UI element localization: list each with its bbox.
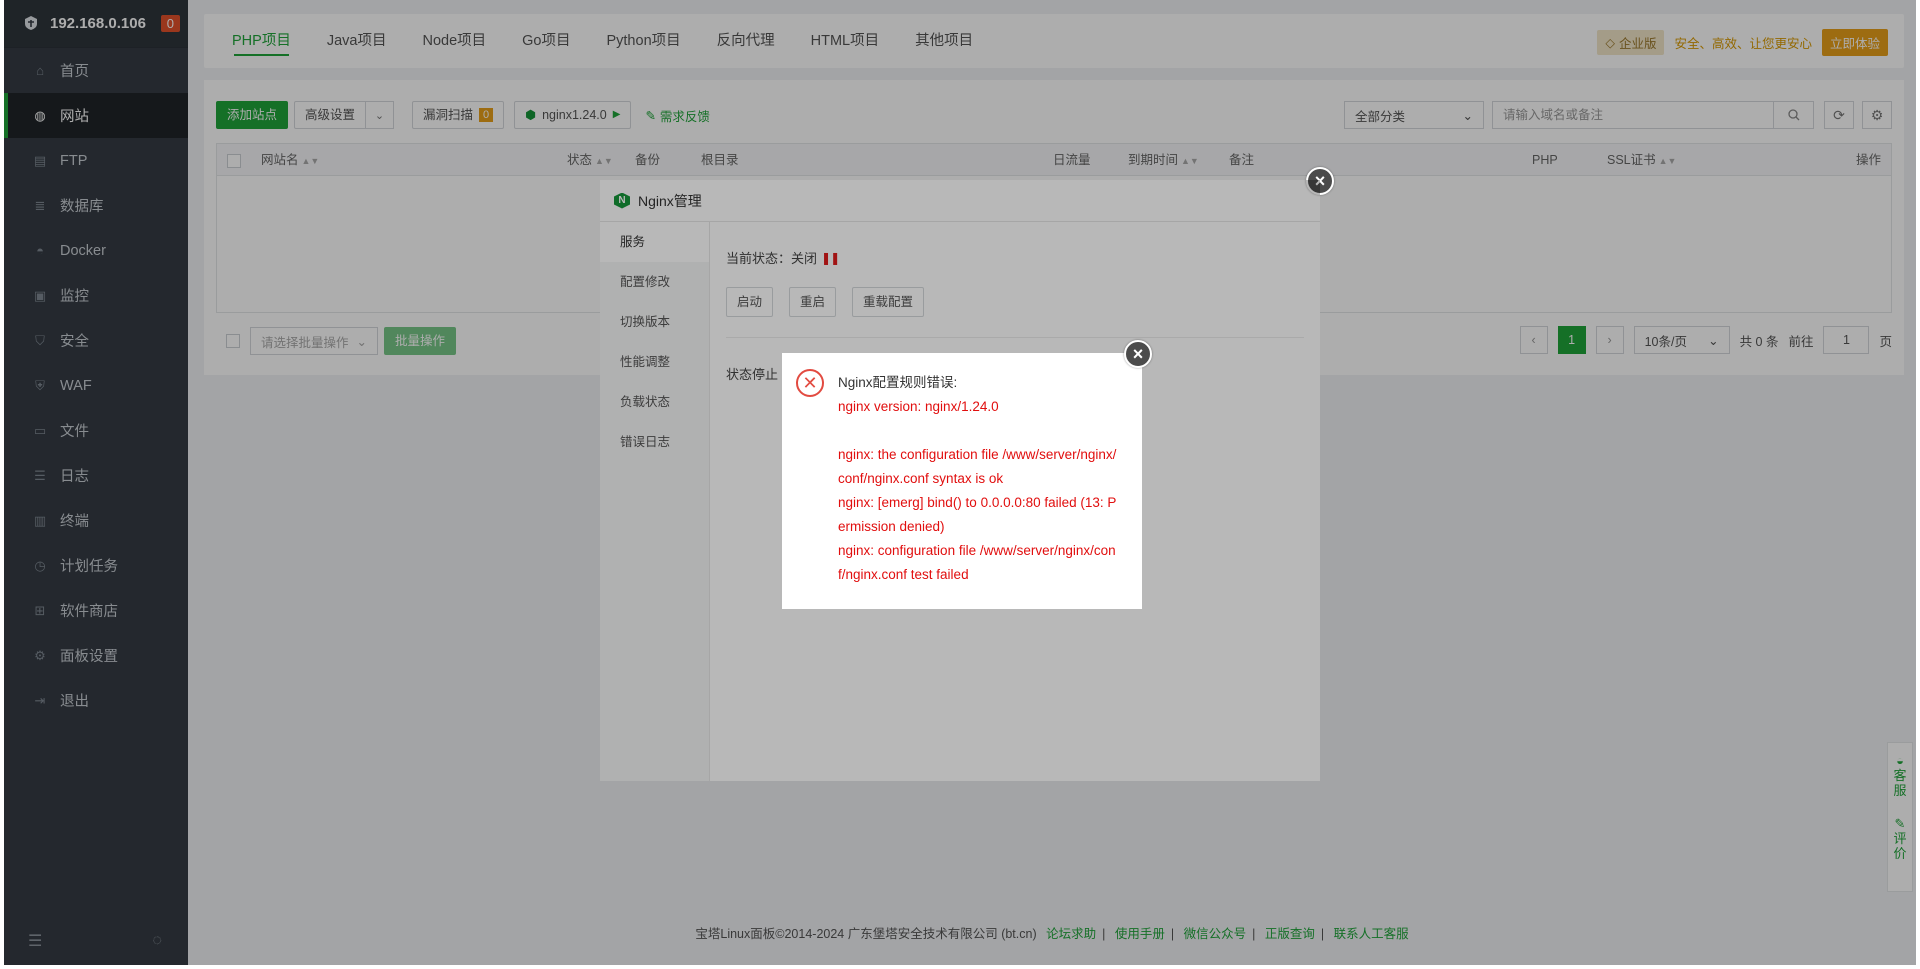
error-icon: ✕ bbox=[796, 369, 824, 397]
error-message: nginx version: nginx/1.24.0 nginx: the c… bbox=[838, 399, 1117, 582]
error-title: Nginx配置规则错误: bbox=[838, 375, 958, 390]
error-dialog: ✕ Nginx配置规则错误: nginx version: nginx/1.24… bbox=[782, 353, 1142, 609]
error-dialog-close-icon[interactable]: × bbox=[1124, 340, 1152, 368]
